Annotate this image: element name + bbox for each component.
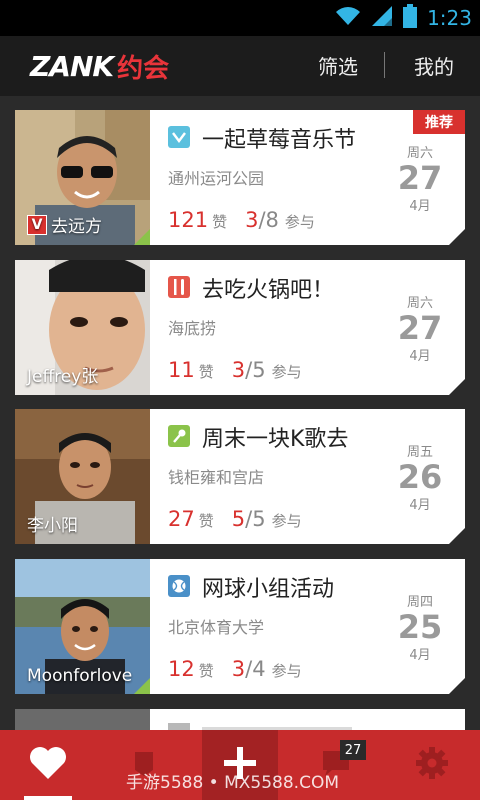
- event-location: 通州运河公园: [168, 169, 265, 188]
- event-date: 周六 27 4月: [393, 142, 447, 214]
- date-month: 4月: [409, 349, 431, 364]
- heart-icon: [29, 746, 67, 784]
- app-logo: ZANK 约会: [30, 46, 169, 86]
- event-card[interactable]: V 去远方 一起草莓音乐节 通州运河公园 121 赞 3 /8 参与 周六 27: [15, 110, 465, 245]
- organizer-name: V 去远方: [27, 212, 102, 237]
- tab-favorites[interactable]: [0, 730, 96, 800]
- join-label: 参与: [284, 213, 315, 231]
- event-date: 周四 25 4月: [393, 591, 447, 663]
- date-day: 27: [397, 159, 443, 197]
- event-title: 一起草莓音乐节: [202, 128, 357, 153]
- event-details: 周末一块K歌去 钱柜雍和宫店 27 赞 5 /5 参与 周五 26 4月: [150, 409, 465, 544]
- likes-count: 121: [168, 208, 209, 232]
- organizer-name: Moonforlove: [27, 666, 133, 686]
- avatar[interactable]: Moonforlove: [15, 559, 150, 694]
- likes-label: 赞: [198, 662, 214, 680]
- event-location: 北京体育大学: [168, 618, 265, 637]
- card-fold: [449, 229, 465, 245]
- event-details: 去吃火锅吧！ 海底捞 11 赞 3 /5 参与 周六 27 4月: [150, 260, 465, 395]
- event-stats: 12 赞 3 /4 参与: [168, 657, 302, 681]
- recommended-badge: 推荐: [413, 110, 465, 134]
- organizer-name: Jeffrey张: [27, 367, 99, 387]
- microphone-icon: [168, 425, 190, 447]
- avatar[interactable]: Jeffrey张: [15, 260, 150, 395]
- capacity-count: /4: [245, 657, 266, 681]
- photo-corner: [134, 678, 150, 694]
- date-month: 4月: [409, 498, 431, 513]
- music-icon: [168, 126, 190, 148]
- event-date: 周六 27 4月: [393, 292, 447, 364]
- date-day: 25: [397, 608, 443, 646]
- logo-text: ZANK: [30, 49, 114, 83]
- messages-badge: 27: [340, 740, 366, 760]
- organizer-name: 李小阳: [27, 516, 78, 536]
- gear-icon: [415, 746, 449, 784]
- verified-badge: V: [27, 214, 47, 235]
- watermark: 手游5588 • MX5588.COM: [126, 773, 339, 793]
- filter-button[interactable]: 筛选: [318, 51, 358, 80]
- date-day: 26: [397, 458, 443, 496]
- event-list[interactable]: V 去远方 一起草莓音乐节 通州运河公园 121 赞 3 /8 参与 周六 27: [0, 96, 480, 730]
- join-label: 参与: [271, 512, 302, 530]
- avatar[interactable]: V 去远方: [15, 110, 150, 245]
- tennis-icon: [168, 575, 190, 597]
- event-title: 去吃火锅吧！: [202, 278, 335, 303]
- event-card[interactable]: Jeffrey张 去吃火锅吧！ 海底捞 11 赞 3 /5 参与 周六 27 4…: [15, 260, 465, 395]
- joined-count: 5: [231, 507, 246, 531]
- avatar[interactable]: 李小阳: [15, 409, 150, 544]
- date-month: 4月: [409, 648, 431, 663]
- event-location: 钱柜雍和宫店: [168, 468, 265, 487]
- card-fold: [449, 678, 465, 694]
- battery-icon: [403, 4, 418, 32]
- event-card[interactable]: 李小阳 周末一块K歌去 钱柜雍和宫店 27 赞 5 /5 参与 周五 26 4月: [15, 409, 465, 544]
- tab-settings[interactable]: [384, 730, 480, 800]
- likes-count: 11: [168, 358, 195, 382]
- event-title: 网球小组活动: [202, 577, 335, 602]
- signal-icon: [371, 5, 393, 31]
- card-fold: [449, 379, 465, 395]
- logo-subtext: 约会: [117, 53, 170, 84]
- capacity-count: /8: [258, 208, 279, 232]
- joined-count: 3: [231, 358, 246, 382]
- card-fold: [449, 528, 465, 544]
- likes-label: 赞: [212, 213, 228, 231]
- event-location: 海底捞: [168, 319, 217, 338]
- header-divider: [384, 52, 385, 78]
- join-label: 参与: [271, 662, 302, 680]
- likes-label: 赞: [198, 512, 214, 530]
- photo-corner: [134, 229, 150, 245]
- event-card[interactable]: Moonforlove 网球小组活动 北京体育大学 12 赞 3 /4 参与 周…: [15, 559, 465, 694]
- event-stats: 27 赞 5 /5 参与: [168, 507, 302, 531]
- joined-count: 3: [231, 657, 246, 681]
- date-day: 27: [397, 309, 443, 347]
- event-date: 周五 26 4月: [393, 441, 447, 513]
- active-tab-indicator: [24, 796, 72, 800]
- food-icon: [168, 276, 190, 298]
- event-title: 周末一块K歌去: [202, 427, 349, 452]
- event-details: 一起草莓音乐节 通州运河公园 121 赞 3 /8 参与 周六 27 4月 推荐: [150, 110, 465, 245]
- capacity-count: /5: [245, 507, 266, 531]
- event-stats: 121 赞 3 /8 参与: [168, 208, 315, 232]
- join-label: 参与: [271, 363, 302, 381]
- mine-button[interactable]: 我的: [414, 51, 454, 80]
- status-time: 1:23: [427, 6, 472, 30]
- likes-label: 赞: [198, 363, 214, 381]
- wifi-icon: [335, 5, 361, 31]
- date-month: 4月: [409, 199, 431, 214]
- joined-count: 3: [245, 208, 259, 232]
- status-bar: 1:23: [0, 0, 480, 36]
- capacity-count: /5: [245, 358, 266, 382]
- event-details: 网球小组活动 北京体育大学 12 赞 3 /4 参与 周四 25 4月: [150, 559, 465, 694]
- event-stats: 11 赞 3 /5 参与: [168, 358, 302, 382]
- app-header: ZANK 约会 筛选 我的: [0, 36, 480, 96]
- likes-count: 27: [168, 507, 195, 531]
- likes-count: 12: [168, 657, 195, 681]
